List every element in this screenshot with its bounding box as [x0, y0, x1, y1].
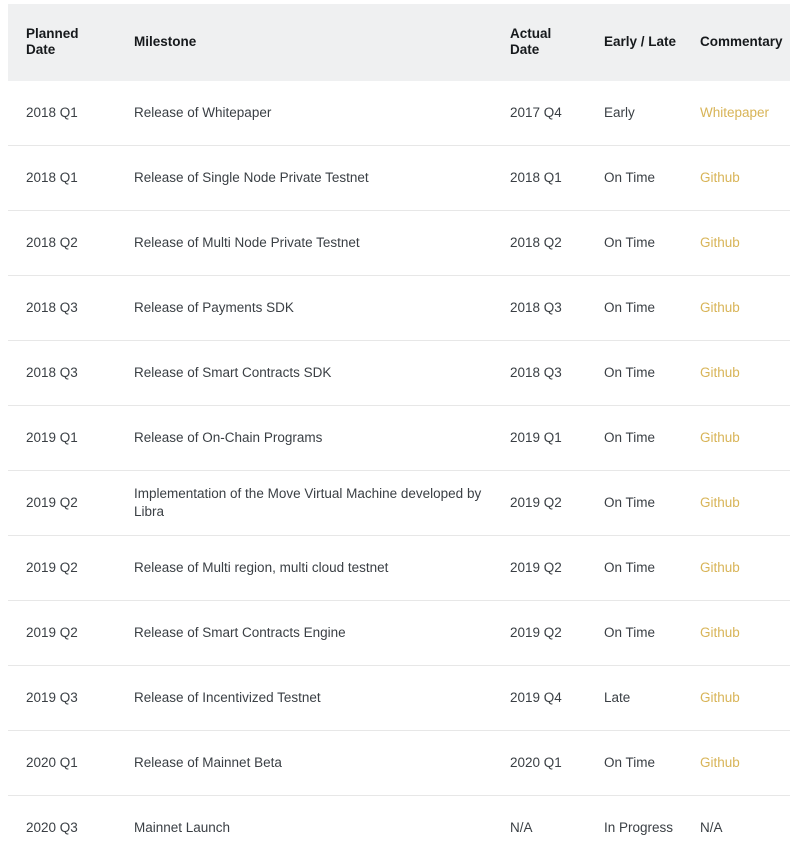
commentary-link[interactable]: Github — [700, 235, 740, 250]
cell-commentary: N/A — [688, 796, 790, 860]
roadmap-table-container: Planned Date Milestone Actual Date Early… — [0, 0, 800, 860]
commentary-text: N/A — [700, 820, 723, 835]
table-row: 2020 Q3Mainnet LaunchN/AIn ProgressN/A — [8, 796, 790, 860]
cell-actual-date: 2018 Q2 — [500, 211, 592, 276]
cell-early-late: On Time — [592, 731, 688, 796]
cell-milestone: Release of Smart Contracts Engine — [116, 601, 500, 666]
cell-planned-date: 2018 Q1 — [8, 146, 116, 211]
cell-planned-date: 2018 Q1 — [8, 81, 116, 146]
column-header-commentary: Commentary — [688, 4, 790, 81]
cell-milestone: Release of Multi Node Private Testnet — [116, 211, 500, 276]
cell-actual-date: 2019 Q2 — [500, 536, 592, 601]
cell-actual-date: 2019 Q2 — [500, 601, 592, 666]
commentary-link[interactable]: Github — [700, 430, 740, 445]
cell-milestone: Release of On-Chain Programs — [116, 406, 500, 471]
cell-planned-date: 2018 Q2 — [8, 211, 116, 276]
column-header-milestone: Milestone — [116, 4, 500, 81]
commentary-link[interactable]: Github — [700, 560, 740, 575]
cell-commentary: Github — [688, 471, 790, 536]
column-header-planned-date-line2: Date — [26, 42, 55, 57]
table-row: 2019 Q2Release of Smart Contracts Engine… — [8, 601, 790, 666]
cell-commentary: Github — [688, 406, 790, 471]
cell-milestone: Release of Incentivized Testnet — [116, 666, 500, 731]
cell-commentary: Github — [688, 536, 790, 601]
table-row: 2019 Q2Release of Multi region, multi cl… — [8, 536, 790, 601]
cell-early-late: Early — [592, 81, 688, 146]
commentary-link[interactable]: Github — [700, 495, 740, 510]
column-header-actual-date-line1: Actual — [510, 26, 551, 41]
cell-actual-date: 2020 Q1 — [500, 731, 592, 796]
table-row: 2019 Q1Release of On-Chain Programs2019 … — [8, 406, 790, 471]
table-header: Planned Date Milestone Actual Date Early… — [8, 4, 790, 81]
table-row: 2018 Q2Release of Multi Node Private Tes… — [8, 211, 790, 276]
cell-commentary: Github — [688, 601, 790, 666]
cell-commentary: Github — [688, 666, 790, 731]
cell-early-late: On Time — [592, 601, 688, 666]
table-row: 2018 Q3Release of Payments SDK2018 Q3On … — [8, 276, 790, 341]
commentary-link[interactable]: Github — [700, 170, 740, 185]
cell-actual-date: 2018 Q3 — [500, 276, 592, 341]
cell-actual-date: 2017 Q4 — [500, 81, 592, 146]
cell-early-late: In Progress — [592, 796, 688, 860]
column-header-planned-date: Planned Date — [8, 4, 116, 81]
cell-early-late: On Time — [592, 471, 688, 536]
cell-early-late: On Time — [592, 406, 688, 471]
cell-actual-date: 2018 Q3 — [500, 341, 592, 406]
cell-milestone: Release of Multi region, multi cloud tes… — [116, 536, 500, 601]
cell-early-late: On Time — [592, 211, 688, 276]
cell-planned-date: 2020 Q1 — [8, 731, 116, 796]
cell-planned-date: 2019 Q2 — [8, 601, 116, 666]
cell-planned-date: 2019 Q2 — [8, 536, 116, 601]
cell-milestone: Release of Mainnet Beta — [116, 731, 500, 796]
cell-milestone: Release of Single Node Private Testnet — [116, 146, 500, 211]
cell-actual-date: 2019 Q1 — [500, 406, 592, 471]
table-row: 2019 Q2Implementation of the Move Virtua… — [8, 471, 790, 536]
column-header-early-late: Early / Late — [592, 4, 688, 81]
cell-early-late: On Time — [592, 146, 688, 211]
table-row: 2020 Q1Release of Mainnet Beta2020 Q1On … — [8, 731, 790, 796]
table-header-row: Planned Date Milestone Actual Date Early… — [8, 4, 790, 81]
cell-early-late: Late — [592, 666, 688, 731]
table-row: 2019 Q3Release of Incentivized Testnet20… — [8, 666, 790, 731]
cell-actual-date: 2019 Q2 — [500, 471, 592, 536]
table-row: 2018 Q1Release of Whitepaper2017 Q4Early… — [8, 81, 790, 146]
table-row: 2018 Q3Release of Smart Contracts SDK201… — [8, 341, 790, 406]
cell-planned-date: 2019 Q1 — [8, 406, 116, 471]
cell-actual-date: N/A — [500, 796, 592, 860]
table-body: 2018 Q1Release of Whitepaper2017 Q4Early… — [8, 81, 790, 860]
cell-actual-date: 2018 Q1 — [500, 146, 592, 211]
cell-milestone: Release of Smart Contracts SDK — [116, 341, 500, 406]
cell-early-late: On Time — [592, 536, 688, 601]
cell-planned-date: 2018 Q3 — [8, 276, 116, 341]
commentary-link[interactable]: Github — [700, 300, 740, 315]
cell-commentary: Github — [688, 211, 790, 276]
column-header-actual-date-line2: Date — [510, 42, 539, 57]
cell-milestone: Release of Payments SDK — [116, 276, 500, 341]
column-header-planned-date-line1: Planned — [26, 26, 79, 41]
table-row: 2018 Q1Release of Single Node Private Te… — [8, 146, 790, 211]
milestone-roadmap-table: Planned Date Milestone Actual Date Early… — [8, 4, 790, 860]
cell-commentary: Github — [688, 276, 790, 341]
cell-planned-date: 2019 Q2 — [8, 471, 116, 536]
cell-actual-date: 2019 Q4 — [500, 666, 592, 731]
cell-commentary: Github — [688, 731, 790, 796]
commentary-link[interactable]: Github — [700, 625, 740, 640]
cell-milestone: Mainnet Launch — [116, 796, 500, 860]
cell-commentary: Github — [688, 146, 790, 211]
cell-milestone: Implementation of the Move Virtual Machi… — [116, 471, 500, 536]
cell-early-late: On Time — [592, 341, 688, 406]
cell-milestone: Release of Whitepaper — [116, 81, 500, 146]
commentary-link[interactable]: Whitepaper — [700, 105, 769, 120]
cell-commentary: Github — [688, 341, 790, 406]
cell-commentary: Whitepaper — [688, 81, 790, 146]
cell-planned-date: 2019 Q3 — [8, 666, 116, 731]
cell-planned-date: 2020 Q3 — [8, 796, 116, 860]
commentary-link[interactable]: Github — [700, 365, 740, 380]
commentary-link[interactable]: Github — [700, 755, 740, 770]
cell-planned-date: 2018 Q3 — [8, 341, 116, 406]
column-header-actual-date: Actual Date — [500, 4, 592, 81]
cell-early-late: On Time — [592, 276, 688, 341]
commentary-link[interactable]: Github — [700, 690, 740, 705]
